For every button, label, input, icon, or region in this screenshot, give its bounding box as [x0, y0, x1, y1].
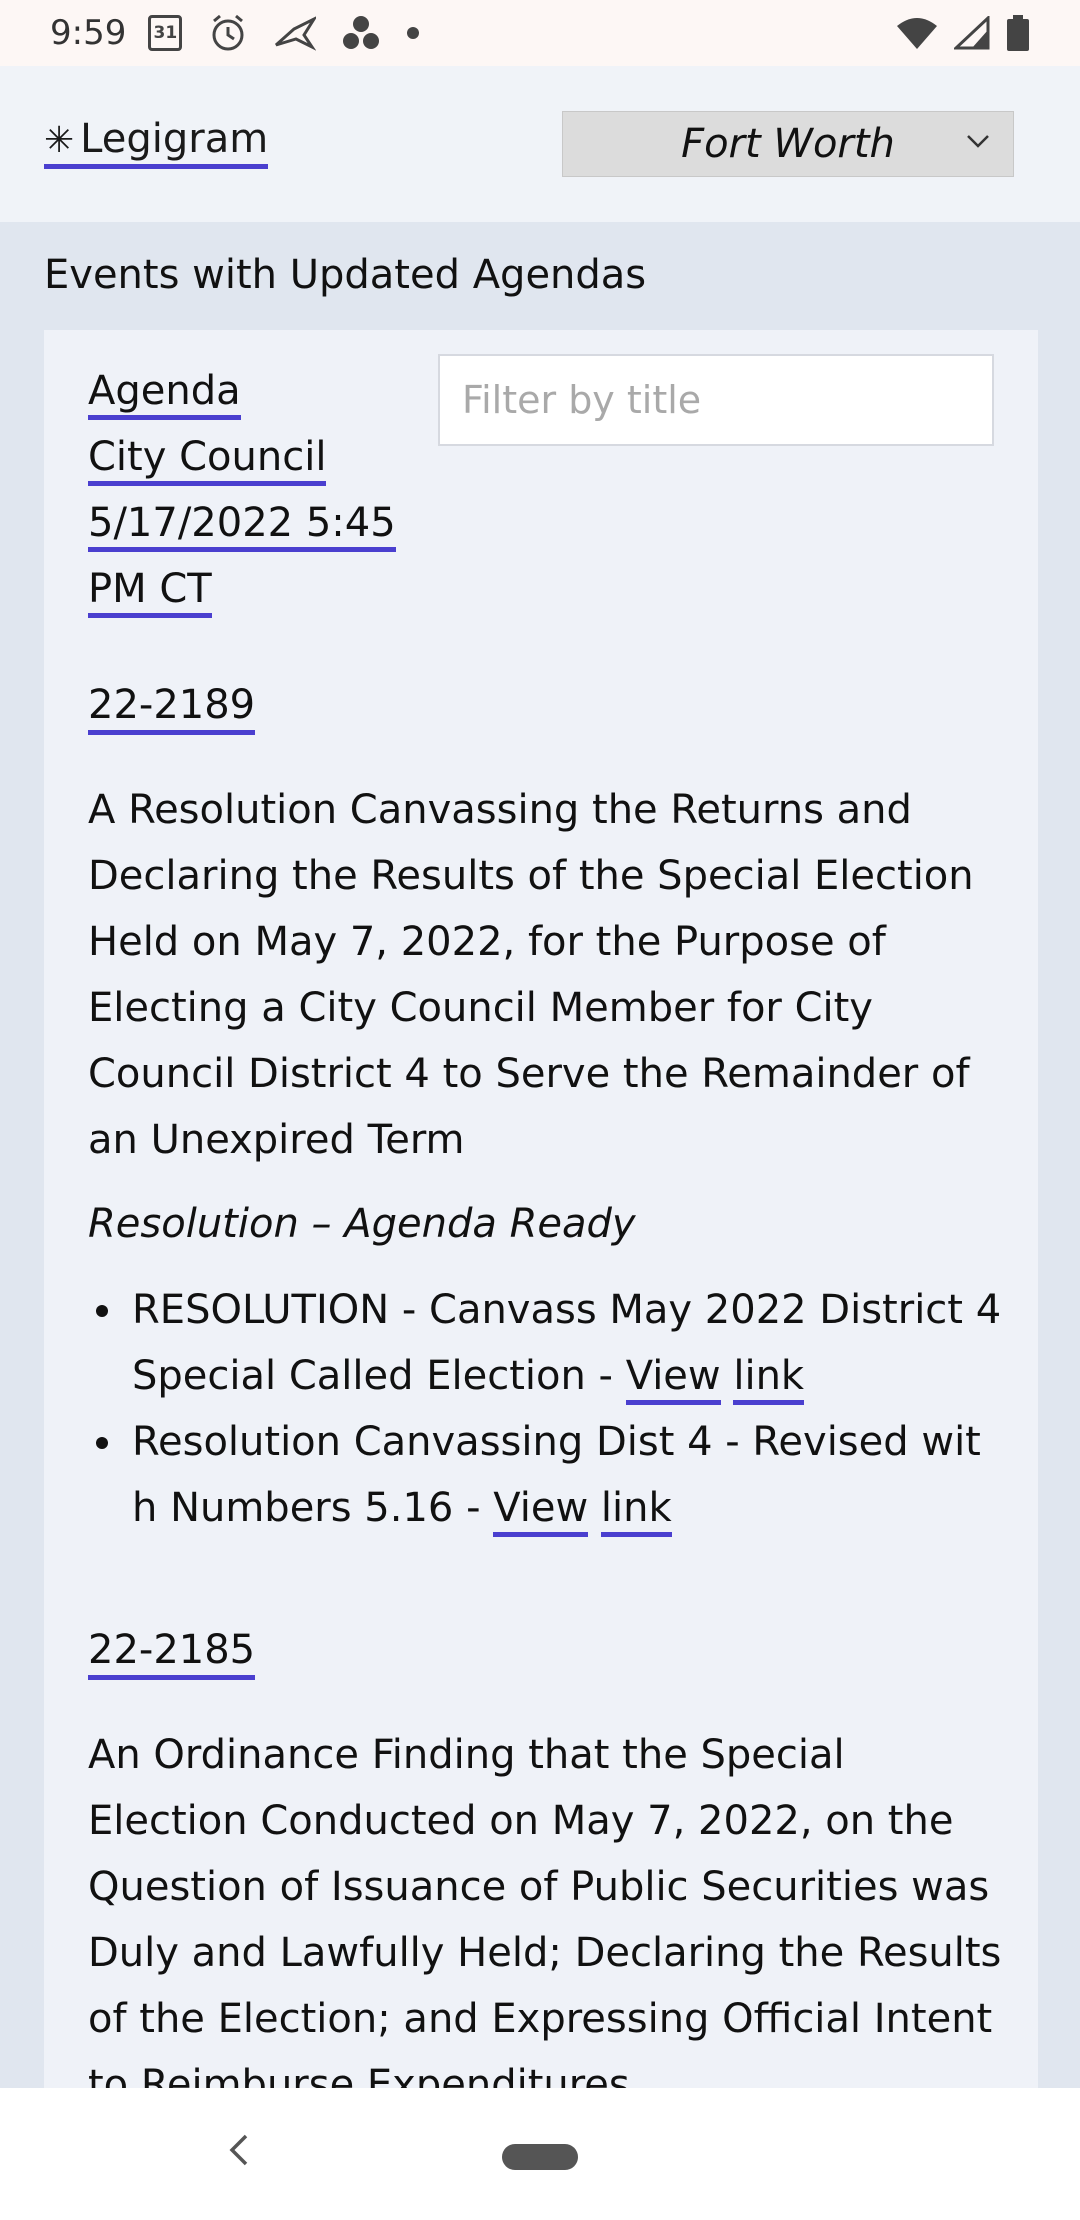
- agenda-item: 22-2189 A Resolution Canvassing the Retu…: [88, 682, 1008, 1541]
- back-icon[interactable]: [224, 2130, 254, 2170]
- item-description: A Resolution Canvassing the Returns and …: [88, 787, 974, 1163]
- attachment-view-link[interactable]: View: [625, 1353, 721, 1405]
- calendar-icon: 31: [148, 15, 183, 51]
- asterisk-icon: ✳: [44, 120, 75, 161]
- status-time: 9:59: [50, 13, 127, 53]
- city-select[interactable]: Fort Worth: [562, 111, 1014, 177]
- home-pill[interactable]: [502, 2144, 578, 2170]
- bird-icon: [275, 16, 317, 51]
- agenda-link[interactable]: Agenda: [88, 368, 241, 420]
- city-select-value: Fort Worth: [681, 121, 895, 167]
- attachment-title: RESOLUTION - Canvass May 2022 District 4…: [132, 1287, 1002, 1399]
- item-id-link[interactable]: 22-2185: [88, 1627, 256, 1680]
- battery-icon: [1007, 15, 1029, 51]
- chevron-down-icon: [967, 135, 989, 148]
- signal-icon: [954, 16, 990, 50]
- attachment-view-link[interactable]: View: [493, 1485, 589, 1537]
- item-id-link[interactable]: 22-2189: [88, 682, 256, 735]
- attachment-link[interactable]: link: [733, 1353, 805, 1405]
- item-description: An Ordinance Finding that the Special El…: [88, 1732, 1002, 2090]
- wifi-icon: [897, 18, 937, 49]
- attachment-item: Resolution Canvassing Dist 4 - Revised w…: [88, 1409, 1008, 1541]
- attachment-link[interactable]: link: [600, 1485, 672, 1537]
- status-icons-right: [896, 15, 1030, 51]
- brand-link[interactable]: ✳ Legigram: [44, 116, 269, 169]
- dots-cluster-icon: [343, 16, 380, 49]
- datetime-link-line1[interactable]: 5/17/2022 5:45: [88, 500, 396, 552]
- dot-icon: [407, 27, 420, 39]
- alarm-icon: [212, 14, 244, 51]
- agenda-item: 22-2185 An Ordinance Finding that the Sp…: [88, 1627, 1008, 2090]
- section-title: Events with Updated Agendas: [44, 252, 647, 298]
- filter-by-title-input[interactable]: [438, 354, 994, 446]
- app-header: ✳ Legigram Fort Worth: [0, 66, 1080, 222]
- brand-name: Legigram: [80, 116, 269, 162]
- system-nav-bar: [0, 2088, 1080, 2220]
- attachment-list: RESOLUTION - Canvass May 2022 District 4…: [88, 1277, 1008, 1541]
- item-status: Resolution – Agenda Ready: [88, 1201, 636, 1247]
- attachment-item: RESOLUTION - Canvass May 2022 District 4…: [88, 1277, 1008, 1409]
- body-link[interactable]: City Council: [88, 434, 327, 486]
- event-card: Agenda City Council 5/17/2022 5:45 PM CT…: [44, 330, 1038, 2090]
- status-icons-left: 31: [148, 13, 420, 53]
- agenda-items: 22-2189 A Resolution Canvassing the Retu…: [88, 682, 1008, 2090]
- status-bar: 9:59 31: [0, 0, 1080, 66]
- event-meta: Agenda City Council 5/17/2022 5:45 PM CT: [88, 358, 408, 622]
- datetime-link-line2[interactable]: PM CT: [88, 566, 212, 618]
